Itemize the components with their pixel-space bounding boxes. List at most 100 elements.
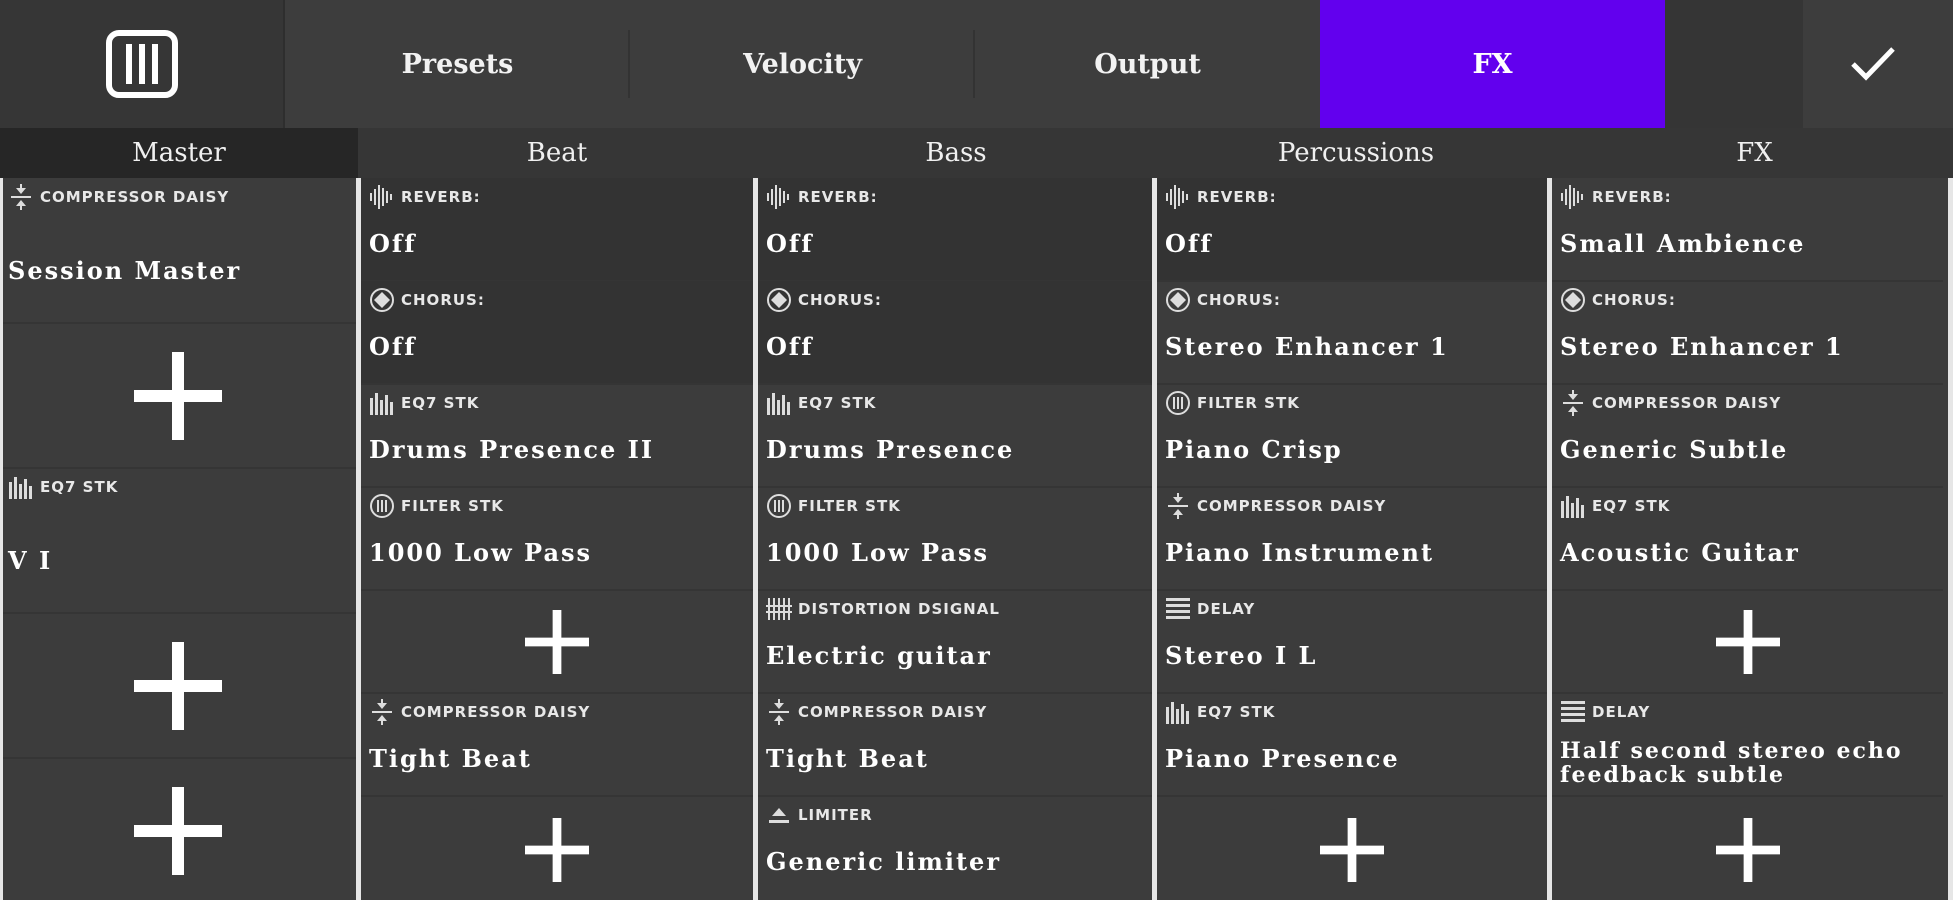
effect-type-text: COMPRESSOR DAISY	[1592, 394, 1782, 412]
effect-type-label: CHORUS:	[1560, 287, 1676, 313]
tab-output[interactable]: Output	[975, 0, 1320, 128]
effect-slot[interactable]: FILTER STK Piano Crisp	[1157, 384, 1547, 487]
header-fx[interactable]: FX	[1556, 128, 1953, 178]
tab-presets[interactable]: Presets	[285, 0, 630, 128]
effect-slot[interactable]: REVERB: Off	[361, 178, 753, 281]
tab-velocity[interactable]: Velocity	[630, 0, 975, 128]
add-effect-slot[interactable]	[1157, 796, 1547, 900]
effect-type-label: FILTER STK	[369, 493, 504, 519]
tab-fx[interactable]: FX	[1320, 0, 1665, 128]
header-beat[interactable]: Beat	[358, 128, 756, 178]
confirm-button[interactable]	[1803, 0, 1943, 128]
effect-slot[interactable]: DELAY Stereo I L	[1157, 590, 1547, 693]
effect-slot[interactable]: EQ7 STK Piano Presence	[1157, 693, 1547, 796]
header-bass[interactable]: Bass	[756, 128, 1156, 178]
effect-type-label: DELAY	[1165, 596, 1255, 622]
effect-type-label: COMPRESSOR DAISY	[369, 699, 590, 725]
effect-slot[interactable]: REVERB: Off	[1157, 178, 1547, 281]
effect-type-text: FILTER STK	[401, 497, 504, 515]
effect-preset-name: Piano Crisp	[1165, 435, 1343, 464]
header-master[interactable]: Master	[0, 128, 358, 178]
effect-slot[interactable]: EQ7 STK Drums Presence	[758, 384, 1152, 487]
delay-icon	[1561, 701, 1585, 722]
add-effect-button[interactable]	[361, 796, 753, 900]
add-effect-button[interactable]	[0, 323, 356, 468]
add-effect-slot[interactable]	[361, 590, 753, 693]
compressor-icon	[1168, 493, 1188, 519]
effect-slot[interactable]: DELAY Half second stereo echo feedback su…	[1552, 693, 1943, 796]
effect-slot[interactable]: CHORUS: Off	[758, 281, 1152, 384]
effect-preset-name: Drums Presence II	[369, 435, 655, 464]
header-percussions[interactable]: Percussions	[1156, 128, 1556, 178]
toolbar-spacer	[1665, 0, 1803, 128]
add-effect-slot[interactable]	[0, 323, 356, 468]
effect-slot[interactable]: REVERB: Small Ambience	[1552, 178, 1943, 281]
effect-slot[interactable]: REVERB: Off	[758, 178, 1152, 281]
effect-preset-name: Half second stereo echo feedback subtle	[1560, 738, 1903, 788]
plus-icon	[134, 786, 222, 875]
effect-type-label: REVERB:	[1560, 184, 1672, 210]
effect-type-label: REVERB:	[369, 184, 481, 210]
effect-preset-name: 1000 Low Pass	[766, 538, 990, 567]
add-effect-slot[interactable]	[1552, 590, 1943, 693]
eq-icon	[767, 393, 790, 415]
effect-type-label: CHORUS:	[766, 287, 882, 313]
effect-slot[interactable]: LIMITER Generic limiter	[758, 796, 1152, 900]
effect-preset-name: Off	[766, 229, 814, 258]
effect-slot[interactable]: CHORUS: Stereo Enhancer 1	[1157, 281, 1547, 384]
add-effect-button[interactable]	[0, 613, 356, 758]
effect-type-text: REVERB:	[1592, 188, 1672, 206]
effect-slot[interactable]: COMPRESSOR DAISY Piano Instrument	[1157, 487, 1547, 590]
effect-preset-name: Small Ambience	[1560, 229, 1806, 258]
effect-slot[interactable]: EQ7 STK Drums Presence II	[361, 384, 753, 487]
effect-slot[interactable]: COMPRESSOR DAISY Tight Beat	[758, 693, 1152, 796]
eq-icon	[9, 477, 32, 499]
effect-preset-name: Electric guitar	[766, 641, 992, 670]
chorus-icon	[1561, 288, 1585, 312]
add-effect-button[interactable]	[1552, 796, 1943, 900]
effect-type-label: EQ7 STK	[369, 390, 479, 416]
tab-fx-label: FX	[1472, 48, 1513, 80]
effect-type-label: COMPRESSOR DAISY	[8, 184, 229, 210]
effect-preset-name: Piano Presence	[1165, 744, 1400, 773]
effect-slot[interactable]: FILTER STK 1000 Low Pass	[361, 487, 753, 590]
column-divider	[0, 178, 3, 900]
add-effect-slot[interactable]	[361, 796, 753, 900]
piano-keys-button[interactable]	[0, 0, 285, 128]
compressor-icon	[372, 699, 392, 725]
effect-type-label: EQ7 STK	[1560, 493, 1670, 519]
effect-preset-name: Generic Subtle	[1560, 435, 1789, 464]
effect-slot[interactable]: DISTORTION DSIGNAL Electric guitar	[758, 590, 1152, 693]
checkmark-icon	[1851, 47, 1895, 81]
effect-type-text: COMPRESSOR DAISY	[1197, 497, 1387, 515]
effect-slot[interactable]: CHORUS: Stereo Enhancer 1	[1552, 281, 1943, 384]
column-divider	[1948, 178, 1953, 900]
add-effect-button[interactable]	[0, 758, 356, 900]
effect-type-label: COMPRESSOR DAISY	[1560, 390, 1781, 416]
effect-type-label: EQ7 STK	[766, 390, 876, 416]
effect-preset-name: Session Master	[8, 256, 242, 285]
effect-slot[interactable]: COMPRESSOR DAISY Tight Beat	[361, 693, 753, 796]
add-effect-slot[interactable]	[1552, 796, 1943, 900]
effect-type-text: COMPRESSOR DAISY	[798, 703, 988, 721]
add-effect-button[interactable]	[1157, 796, 1547, 900]
plus-icon	[1715, 609, 1780, 674]
effect-preset-name: 1000 Low Pass	[369, 538, 593, 567]
effect-slot[interactable]: CHORUS: Off	[361, 281, 753, 384]
effect-preset-name: Generic limiter	[766, 847, 1001, 876]
column-bass: REVERB: Off CHORUS: Off EQ7 STK Drums Presenc…	[758, 178, 1152, 900]
effect-preset-name: Off	[369, 229, 417, 258]
effect-type-text: LIMITER	[798, 806, 873, 824]
add-effect-slot[interactable]	[0, 613, 356, 758]
add-effect-slot[interactable]	[0, 758, 356, 900]
add-effect-button[interactable]	[1552, 590, 1943, 693]
effect-slot[interactable]: FILTER STK 1000 Low Pass	[758, 487, 1152, 590]
add-effect-button[interactable]	[361, 590, 753, 693]
effect-slot[interactable]: EQ7 STK V I	[0, 468, 356, 613]
tab-output-label: Output	[1094, 48, 1201, 80]
effect-type-label: DELAY	[1560, 699, 1650, 725]
effect-preset-name: Off	[369, 332, 417, 361]
effect-slot[interactable]: COMPRESSOR DAISY Session Master	[0, 178, 356, 323]
effect-slot[interactable]: COMPRESSOR DAISY Generic Subtle	[1552, 384, 1943, 487]
effect-slot[interactable]: EQ7 STK Acoustic Guitar	[1552, 487, 1943, 590]
